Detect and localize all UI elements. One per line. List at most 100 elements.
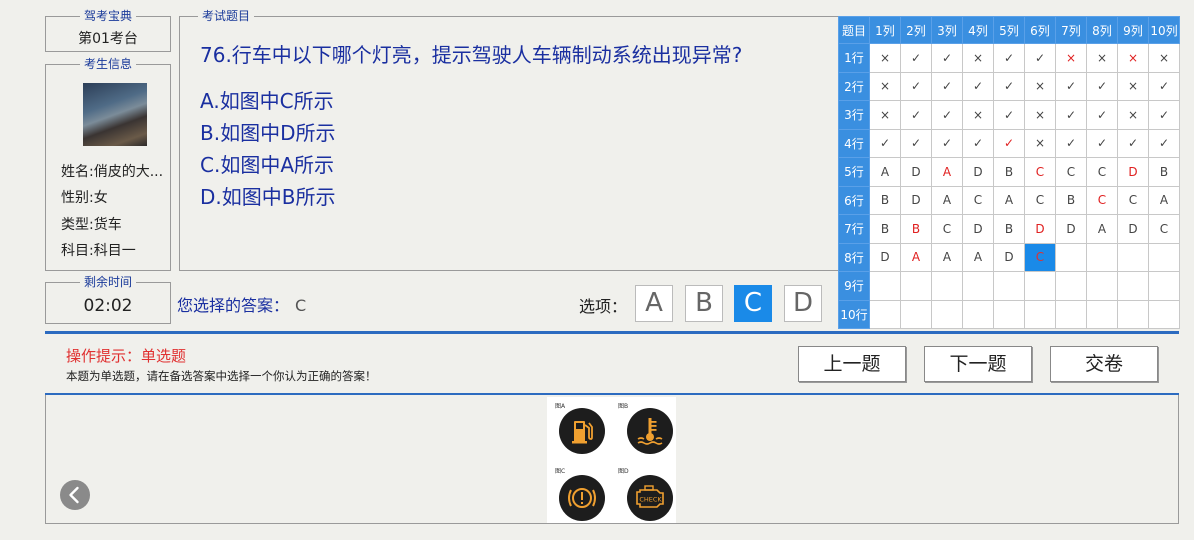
grid-cell[interactable]: D bbox=[993, 242, 1025, 272]
grid-cell[interactable] bbox=[1024, 299, 1056, 329]
grid-cell[interactable]: D bbox=[1117, 157, 1149, 187]
grid-cell[interactable]: ✓ bbox=[931, 43, 963, 73]
grid-cell[interactable] bbox=[1055, 242, 1087, 272]
grid-cell[interactable]: C bbox=[1055, 157, 1087, 187]
grid-cell[interactable]: ✓ bbox=[1148, 100, 1180, 130]
grid-cell[interactable]: ✓ bbox=[931, 128, 963, 158]
grid-cell[interactable]: C bbox=[1024, 157, 1056, 187]
grid-cell[interactable] bbox=[962, 299, 994, 329]
grid-cell[interactable]: A bbox=[1086, 214, 1118, 244]
choice-a-button[interactable]: A bbox=[635, 285, 673, 322]
grid-cell[interactable]: A bbox=[900, 242, 932, 272]
grid-cell[interactable] bbox=[900, 271, 932, 301]
grid-cell[interactable] bbox=[1148, 299, 1180, 329]
grid-cell[interactable] bbox=[1148, 271, 1180, 301]
grid-cell[interactable]: ✓ bbox=[869, 128, 901, 158]
grid-cell[interactable]: C bbox=[962, 185, 994, 215]
grid-cell[interactable] bbox=[1117, 299, 1149, 329]
grid-cell[interactable]: × bbox=[869, 43, 901, 73]
grid-cell[interactable]: × bbox=[1024, 128, 1056, 158]
grid-cell[interactable]: B bbox=[869, 214, 901, 244]
grid-cell[interactable] bbox=[1148, 242, 1180, 272]
grid-cell[interactable]: ✓ bbox=[1148, 71, 1180, 101]
grid-cell[interactable] bbox=[1055, 271, 1087, 301]
grid-cell[interactable]: C bbox=[1148, 214, 1180, 244]
grid-cell[interactable]: ✓ bbox=[1055, 71, 1087, 101]
grid-cell[interactable]: D bbox=[869, 242, 901, 272]
grid-cell[interactable]: C bbox=[1086, 185, 1118, 215]
grid-cell[interactable]: ✓ bbox=[931, 100, 963, 130]
grid-cell[interactable]: B bbox=[993, 214, 1025, 244]
grid-cell[interactable] bbox=[1117, 242, 1149, 272]
grid-cell[interactable] bbox=[900, 299, 932, 329]
grid-cell[interactable]: × bbox=[1117, 100, 1149, 130]
grid-cell[interactable]: ✓ bbox=[1086, 128, 1118, 158]
grid-cell[interactable]: × bbox=[1024, 71, 1056, 101]
submit-exam-button[interactable]: 交卷 bbox=[1050, 346, 1158, 382]
grid-cell[interactable]: ✓ bbox=[900, 43, 932, 73]
grid-cell[interactable]: ✓ bbox=[993, 71, 1025, 101]
grid-cell[interactable]: ✓ bbox=[962, 128, 994, 158]
grid-cell[interactable]: ✓ bbox=[1055, 128, 1087, 158]
grid-cell[interactable] bbox=[1086, 271, 1118, 301]
next-question-button[interactable]: 下一题 bbox=[924, 346, 1032, 382]
grid-cell[interactable] bbox=[869, 271, 901, 301]
grid-cell[interactable]: ✓ bbox=[900, 100, 932, 130]
grid-cell[interactable] bbox=[869, 299, 901, 329]
grid-cell[interactable]: ✓ bbox=[931, 71, 963, 101]
grid-cell[interactable]: D bbox=[900, 185, 932, 215]
grid-cell[interactable]: D bbox=[1117, 214, 1149, 244]
grid-cell[interactable]: C bbox=[1086, 157, 1118, 187]
grid-cell[interactable]: A bbox=[869, 157, 901, 187]
grid-cell[interactable]: B bbox=[1148, 157, 1180, 187]
choice-c-button[interactable]: C bbox=[734, 285, 772, 322]
grid-cell[interactable]: ✓ bbox=[1055, 100, 1087, 130]
grid-cell[interactable]: A bbox=[931, 185, 963, 215]
grid-cell[interactable]: × bbox=[1148, 43, 1180, 73]
previous-question-button[interactable]: 上一题 bbox=[798, 346, 906, 382]
grid-cell[interactable] bbox=[1055, 299, 1087, 329]
grid-cell[interactable]: ✓ bbox=[962, 71, 994, 101]
grid-cell[interactable] bbox=[1086, 242, 1118, 272]
choice-b-button[interactable]: B bbox=[685, 285, 723, 322]
grid-cell[interactable] bbox=[962, 271, 994, 301]
grid-cell[interactable] bbox=[993, 299, 1025, 329]
grid-cell[interactable]: B bbox=[869, 185, 901, 215]
grid-cell[interactable]: × bbox=[869, 71, 901, 101]
back-button[interactable] bbox=[60, 480, 90, 510]
grid-cell[interactable]: ✓ bbox=[993, 100, 1025, 130]
grid-cell[interactable]: × bbox=[962, 100, 994, 130]
grid-cell[interactable]: A bbox=[931, 157, 963, 187]
grid-cell[interactable]: × bbox=[1055, 43, 1087, 73]
grid-cell[interactable]: D bbox=[1055, 214, 1087, 244]
grid-cell[interactable] bbox=[993, 271, 1025, 301]
grid-cell[interactable]: × bbox=[1117, 71, 1149, 101]
grid-cell[interactable]: D bbox=[1024, 214, 1056, 244]
grid-cell[interactable]: D bbox=[962, 214, 994, 244]
grid-cell[interactable]: ✓ bbox=[900, 128, 932, 158]
choice-d-button[interactable]: D bbox=[784, 285, 822, 322]
grid-cell[interactable]: D bbox=[900, 157, 932, 187]
grid-cell[interactable]: ✓ bbox=[1148, 128, 1180, 158]
grid-cell[interactable]: B bbox=[900, 214, 932, 244]
grid-cell[interactable]: ✓ bbox=[1086, 71, 1118, 101]
grid-cell[interactable]: ✓ bbox=[1117, 128, 1149, 158]
grid-cell[interactable]: B bbox=[993, 157, 1025, 187]
grid-cell[interactable]: × bbox=[962, 43, 994, 73]
grid-cell[interactable]: A bbox=[931, 242, 963, 272]
grid-cell[interactable] bbox=[1117, 271, 1149, 301]
grid-cell[interactable] bbox=[1024, 271, 1056, 301]
grid-cell[interactable]: × bbox=[1086, 43, 1118, 73]
grid-cell[interactable]: × bbox=[869, 100, 901, 130]
grid-cell[interactable]: A bbox=[993, 185, 1025, 215]
grid-cell[interactable]: A bbox=[1148, 185, 1180, 215]
grid-cell[interactable]: ✓ bbox=[993, 43, 1025, 73]
grid-cell[interactable]: C bbox=[931, 214, 963, 244]
grid-cell[interactable]: C bbox=[1024, 185, 1056, 215]
grid-cell[interactable] bbox=[931, 299, 963, 329]
grid-cell[interactable]: ✓ bbox=[1086, 100, 1118, 130]
grid-cell[interactable]: C bbox=[1117, 185, 1149, 215]
grid-cell[interactable]: ✓ bbox=[900, 71, 932, 101]
grid-cell[interactable]: D bbox=[962, 157, 994, 187]
grid-cell[interactable]: × bbox=[1117, 43, 1149, 73]
